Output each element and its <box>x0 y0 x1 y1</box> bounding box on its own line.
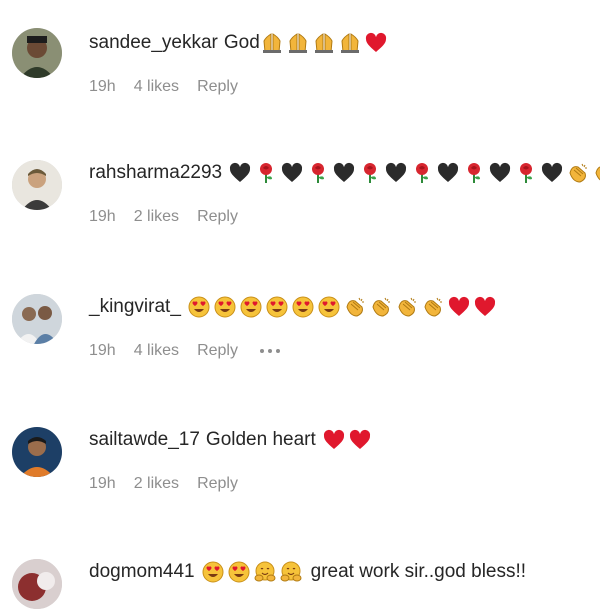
comment-meta: 19h 4 likes Reply <box>89 78 256 96</box>
clap-emoji-icon <box>421 295 447 319</box>
comment-username[interactable]: sandee_yekkar <box>89 32 218 54</box>
comment-emojis <box>260 31 390 55</box>
pray-emoji-icon <box>286 31 312 55</box>
heart-eyes-emoji-icon <box>213 295 239 319</box>
heart-emoji-icon <box>348 428 374 452</box>
comment-line: dogmom441 great work sir..god bless!! <box>89 557 526 587</box>
heart-eyes-emoji-icon <box>201 560 227 584</box>
heart-eyes-emoji-icon <box>291 295 317 319</box>
comment-likes[interactable]: 2 likes <box>134 475 179 493</box>
heart-eyes-emoji-icon <box>239 295 265 319</box>
rose-emoji-icon <box>358 161 384 185</box>
more-options-icon[interactable] <box>259 349 280 353</box>
black-heart-emoji-icon <box>228 161 254 185</box>
clap-emoji-icon <box>395 295 421 319</box>
avatar-image <box>12 427 62 477</box>
comment-meta: 19h 2 likes Reply <box>89 208 256 226</box>
clap-emoji-icon <box>369 295 395 319</box>
heart-eyes-emoji-icon <box>187 295 213 319</box>
heart-emoji-icon <box>447 295 473 319</box>
clap-emoji-icon <box>566 161 592 185</box>
black-heart-emoji-icon <box>384 161 410 185</box>
comment-line: rahsharma2293 <box>89 158 600 188</box>
comment-time: 19h <box>89 78 116 95</box>
comment-meta: 19h 2 likes Reply <box>89 475 256 493</box>
comment-username[interactable]: rahsharma2293 <box>89 162 222 184</box>
pray-emoji-icon <box>338 31 364 55</box>
clap-emoji-icon <box>592 161 600 185</box>
avatar[interactable] <box>12 28 62 78</box>
avatar-image <box>12 294 62 344</box>
comment-meta: 19h 4 likes Reply <box>89 342 298 360</box>
comment-line: _kingvirat_ <box>89 292 499 322</box>
avatar-image <box>12 160 62 210</box>
heart-eyes-emoji-icon <box>227 560 253 584</box>
comment-time: 19h <box>89 208 116 225</box>
avatar[interactable] <box>12 427 62 477</box>
avatar-image <box>12 28 62 78</box>
comment-time: 19h <box>89 475 116 492</box>
hug-emoji-icon <box>279 560 305 584</box>
avatar[interactable] <box>12 160 62 210</box>
reply-button[interactable]: Reply <box>197 78 238 96</box>
comment-username[interactable]: _kingvirat_ <box>89 296 181 318</box>
rose-emoji-icon <box>514 161 540 185</box>
heart-eyes-emoji-icon <box>265 295 291 319</box>
heart-emoji-icon <box>364 31 390 55</box>
rose-emoji-icon <box>410 161 436 185</box>
comment-emojis <box>228 161 600 185</box>
comment-username[interactable]: sailtawde_17 <box>89 429 200 451</box>
comment-line: sandee_yekkar God <box>89 28 390 58</box>
black-heart-emoji-icon <box>540 161 566 185</box>
comment-username[interactable]: dogmom441 <box>89 561 195 583</box>
reply-button[interactable]: Reply <box>197 475 238 493</box>
black-heart-emoji-icon <box>488 161 514 185</box>
comment-emojis <box>187 295 499 319</box>
clap-emoji-icon <box>343 295 369 319</box>
reply-button[interactable]: Reply <box>197 208 238 226</box>
avatar[interactable] <box>12 294 62 344</box>
comment-likes[interactable]: 4 likes <box>134 342 179 360</box>
comment-text: Golden heart <box>205 429 316 450</box>
comment-text: God <box>223 32 260 53</box>
comment-emojis <box>201 560 305 584</box>
rose-emoji-icon <box>462 161 488 185</box>
heart-eyes-emoji-icon <box>317 295 343 319</box>
comment-text: great work sir..god bless!! <box>310 561 527 582</box>
black-heart-emoji-icon <box>280 161 306 185</box>
pray-emoji-icon <box>312 31 338 55</box>
heart-emoji-icon <box>473 295 499 319</box>
black-heart-emoji-icon <box>332 161 358 185</box>
rose-emoji-icon <box>306 161 332 185</box>
rose-emoji-icon <box>254 161 280 185</box>
comment-line: sailtawde_17 Golden heart <box>89 425 374 455</box>
heart-emoji-icon <box>322 428 348 452</box>
reply-button[interactable]: Reply <box>197 342 238 360</box>
comment-likes[interactable]: 2 likes <box>134 208 179 226</box>
pray-emoji-icon <box>260 31 286 55</box>
comment-emojis <box>322 428 374 452</box>
hug-emoji-icon <box>253 560 279 584</box>
black-heart-emoji-icon <box>436 161 462 185</box>
comment-likes[interactable]: 4 likes <box>134 78 179 96</box>
comment-time: 19h <box>89 342 116 359</box>
